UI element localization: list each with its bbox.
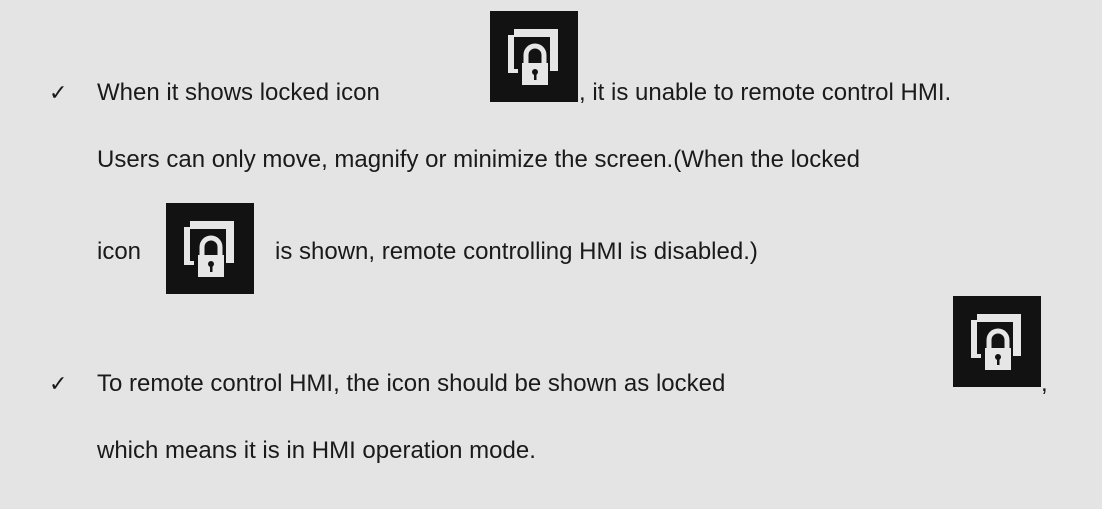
bullet-1-line-1b: , it is unable to remote control HMI. bbox=[579, 79, 952, 106]
bullet-1-line-2: Users can only move, magnify or minimize… bbox=[97, 146, 860, 173]
lock-icon-graphic bbox=[184, 221, 234, 277]
checkmark-icon: ✓ bbox=[49, 372, 68, 397]
lock-icon bbox=[953, 296, 1041, 387]
checkmark-icon: ✓ bbox=[49, 81, 68, 106]
bullet-2-line-1b: , bbox=[1041, 370, 1048, 397]
bullet-2-line-1a: To remote control HMI, the icon should b… bbox=[97, 370, 726, 397]
lock-icon-graphic bbox=[971, 314, 1021, 370]
bullet-1-line-3a: icon bbox=[97, 238, 142, 265]
lock-icon bbox=[166, 203, 254, 294]
bullet-2-line-2: which means it is in HMI operation mode. bbox=[97, 437, 536, 464]
lock-icon bbox=[490, 11, 578, 102]
bullet-1-line-3b: is shown, remote controlling HMI is disa… bbox=[275, 238, 758, 265]
lock-icon-graphic bbox=[508, 29, 558, 85]
bullet-1-line-1a: When it shows locked icon bbox=[97, 79, 380, 106]
